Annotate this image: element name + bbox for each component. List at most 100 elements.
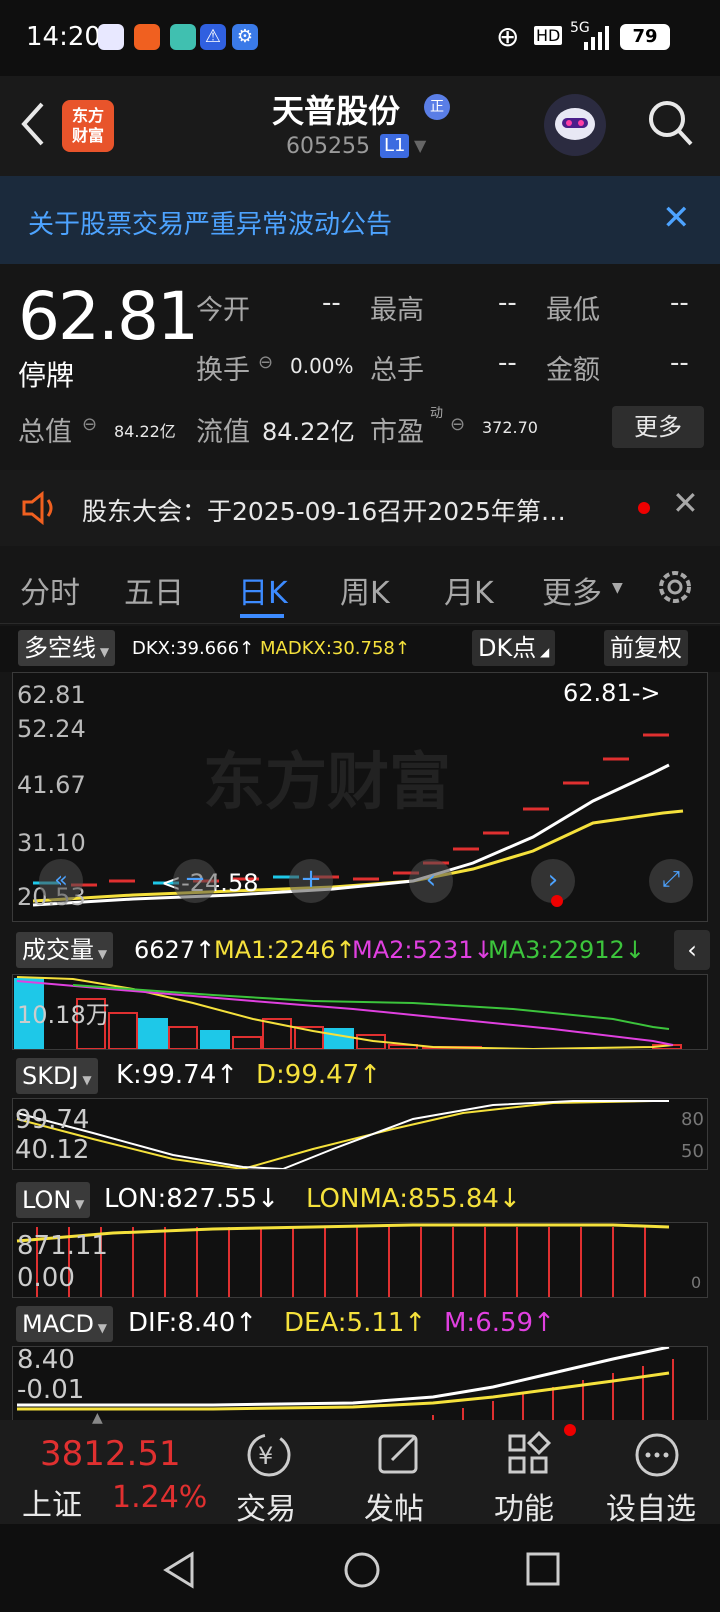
period-tabs: 分时 五日 日K 周K 月K 更多 ▼ (0, 552, 720, 624)
add-watchlist-button[interactable]: 设自选 (606, 1484, 696, 1528)
volume-indicator-select[interactable]: 成交量 ▼ (16, 932, 114, 968)
back-icon[interactable] (16, 98, 50, 150)
close-icon[interactable]: ✕ (662, 198, 691, 238)
float-label: 流值 (196, 417, 250, 448)
zoom-out-icon[interactable]: − (173, 859, 217, 903)
app-logo[interactable]: 东方 财富 (62, 100, 114, 152)
volume-bar (232, 1036, 262, 1049)
notice-text[interactable]: 关于股票交易严重异常波动公告 (28, 204, 392, 241)
volume-chart[interactable]: 10.18万 (12, 974, 708, 1050)
volume-bar (138, 1018, 168, 1049)
dkx-value: DKX:39.666↑ (132, 638, 255, 659)
tab-five-day[interactable]: 五日 (124, 568, 184, 612)
index-change[interactable]: 1.24% (112, 1480, 207, 1515)
amount-value: -- (670, 348, 689, 378)
nav-recents-icon[interactable] (524, 1550, 564, 1590)
pe-value: 372.70 (482, 418, 538, 437)
info-icon[interactable]: ⊖ (258, 352, 273, 373)
search-icon[interactable] (646, 98, 694, 148)
y-label: 62.81 (17, 681, 86, 709)
lonma-value: LONMA:855.84↓ (306, 1184, 521, 1214)
notice-banner[interactable]: 关于股票交易严重异常波动公告 ✕ (0, 176, 720, 264)
skdj-d-value: D:99.47↑ (256, 1060, 381, 1090)
trade-button[interactable]: 交易 (236, 1484, 296, 1528)
collapse-icon[interactable]: ‹ (674, 930, 710, 970)
status-badge: 正 (424, 94, 450, 120)
y-label: 41.67 (17, 771, 86, 799)
watermark: 东方财富 (203, 745, 451, 818)
y-label: 52.24 (17, 715, 86, 743)
amount-label: 金额 (546, 355, 600, 386)
y-label: 31.10 (17, 829, 86, 857)
signal-icon (584, 26, 609, 50)
assistant-avatar[interactable] (544, 94, 606, 156)
adjust-button[interactable]: 前复权 (604, 630, 688, 666)
active-tab-indicator (240, 614, 284, 618)
app-notification-icon (170, 24, 196, 50)
more-button[interactable]: 更多 (612, 406, 704, 448)
volume-value: -- (498, 348, 517, 378)
fullscreen-icon[interactable]: ⤢ (649, 859, 693, 903)
low-label: 最低 (546, 295, 600, 326)
tab-more[interactable]: 更多 (542, 568, 602, 612)
lon-ref-0: 0 (691, 1273, 702, 1292)
announcement-text[interactable]: 股东大会：于2025-09-16召开2025年第… (82, 492, 566, 528)
macd-indicator-select[interactable]: MACD ▼ (16, 1306, 113, 1342)
volume-canvas (14, 976, 682, 1049)
kline-chart[interactable]: 东方财富 62.81 52.24 41.67 31.10 20.53 62.81… (12, 672, 708, 922)
dk-point-button[interactable]: DK点 ◢ (472, 630, 556, 666)
trade-icon[interactable]: ¥ (244, 1430, 294, 1480)
level-badge[interactable]: L1 (380, 134, 410, 158)
post-icon[interactable] (374, 1430, 424, 1480)
tab-monthly-k[interactable]: 月K (444, 568, 494, 612)
close-icon[interactable]: ✕ (672, 484, 699, 522)
macd-y-top: 8.40 (17, 1345, 75, 1375)
ma1-value: MA1:2246↑ (214, 936, 356, 964)
volume-max-label: 10.18万 (17, 1001, 110, 1029)
nav-home-icon[interactable] (342, 1550, 382, 1590)
turnover-value: 0.00% (290, 354, 354, 378)
open-value: -- (322, 288, 341, 318)
tab-minute[interactable]: 分时 (20, 568, 80, 612)
battery-icon: 79 (620, 24, 670, 50)
macd-chart[interactable]: 8.40 -0.01 (12, 1345, 708, 1421)
status-bar: 14:20 ⚠ ⚙ ⊕ HD 5G 79 (0, 0, 720, 76)
gear-icon[interactable] (654, 566, 696, 608)
kline-indicator-select[interactable]: 多空线 ▼ (18, 630, 116, 666)
trade-status: 停牌 (18, 359, 75, 392)
more-options-icon[interactable] (632, 1430, 682, 1480)
macd-m-value: M:6.59↑ (444, 1308, 555, 1338)
info-icon[interactable]: ⊖ (450, 414, 465, 435)
madkx-value: MADKX:30.758↑ (260, 638, 410, 659)
chevron-up-icon[interactable]: ▲ (92, 1410, 103, 1426)
macd-dif-value: DIF:8.40↑ (128, 1308, 258, 1338)
function-button[interactable]: 功能 (494, 1484, 554, 1528)
lon-value: LON:827.55↓ (104, 1184, 279, 1214)
lon-indicator-select[interactable]: LON ▼ (16, 1182, 91, 1218)
volume-bar (324, 1028, 354, 1049)
chevron-down-icon[interactable]: ▼ (414, 136, 426, 155)
status-time: 14:20 (26, 22, 101, 52)
skdj-chart[interactable]: 99.74 40.12 80 50 (12, 1098, 708, 1170)
volume-bar (108, 1012, 138, 1049)
speaker-icon (22, 490, 53, 526)
pe-dynamic-label: 动 (430, 406, 444, 421)
lon-y-top: 871.11 (17, 1231, 108, 1261)
scroll-left-fast-icon[interactable]: « (39, 859, 83, 903)
tab-daily-k[interactable]: 日K (238, 568, 288, 612)
chevron-down-icon[interactable]: ▼ (612, 580, 623, 596)
index-name[interactable]: 上证 (22, 1480, 82, 1524)
announcement-bar[interactable]: 股东大会：于2025-09-16召开2025年第… ✕ (0, 470, 720, 546)
function-icon[interactable] (504, 1430, 554, 1480)
nav-back-icon[interactable] (160, 1550, 196, 1590)
skdj-indicator-select[interactable]: SKDJ ▼ (16, 1058, 98, 1094)
lon-chart[interactable]: 871.11 0.00 0 (12, 1222, 708, 1298)
open-label: 今开 (196, 295, 250, 326)
tab-weekly-k[interactable]: 周K (340, 568, 390, 612)
unread-dot (638, 502, 650, 514)
scroll-left-icon[interactable]: ‹ (409, 859, 453, 903)
index-value[interactable]: 3812.51 (40, 1434, 181, 1474)
info-icon[interactable]: ⊖ (82, 414, 97, 435)
post-button[interactable]: 发帖 (364, 1484, 424, 1528)
zoom-in-icon[interactable]: + (289, 859, 333, 903)
